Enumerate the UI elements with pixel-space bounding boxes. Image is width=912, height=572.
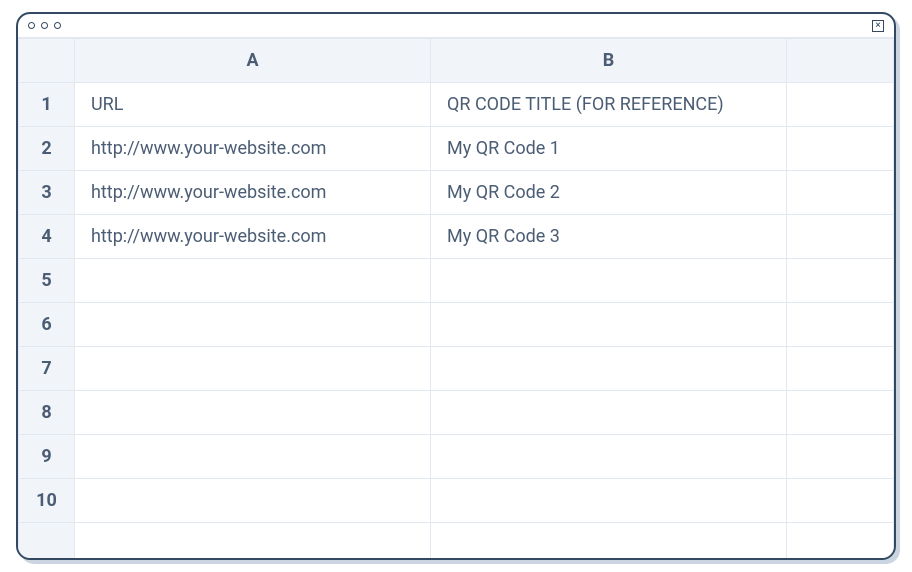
row-header[interactable]: 7 xyxy=(19,347,75,391)
row-header[interactable]: 9 xyxy=(19,435,75,479)
row-header[interactable]: 5 xyxy=(19,259,75,303)
column-header-b[interactable]: B xyxy=(431,39,787,83)
cell-c9[interactable] xyxy=(787,435,894,479)
cell-a5[interactable] xyxy=(75,259,431,303)
cell-b1[interactable]: QR CODE TITLE (FOR REFERENCE) xyxy=(431,83,787,127)
cell-b9[interactable] xyxy=(431,435,787,479)
cell-c10[interactable] xyxy=(787,479,894,523)
close-window-button[interactable]: × xyxy=(872,20,884,32)
cell-b2[interactable]: My QR Code 1 xyxy=(431,127,787,171)
cell-c7[interactable] xyxy=(787,347,894,391)
cell-a6[interactable] xyxy=(75,303,431,347)
cell-a9[interactable] xyxy=(75,435,431,479)
app-window: × A B 1 URL QR CODE TITLE (FOR REFERENCE xyxy=(16,12,896,560)
cell-c3[interactable] xyxy=(787,171,894,215)
cell-c1[interactable] xyxy=(787,83,894,127)
table-row: 8 xyxy=(19,391,894,435)
cell-b7[interactable] xyxy=(431,347,787,391)
row-header[interactable]: 4 xyxy=(19,215,75,259)
table-row: 3 http://www.your-website.com My QR Code… xyxy=(19,171,894,215)
titlebar: × xyxy=(18,14,894,38)
cell-b3[interactable]: My QR Code 2 xyxy=(431,171,787,215)
column-header-a[interactable]: A xyxy=(75,39,431,83)
cell-a1[interactable]: URL xyxy=(75,83,431,127)
table-row: 10 xyxy=(19,479,894,523)
cell-a11[interactable] xyxy=(75,523,431,559)
table-row: 7 xyxy=(19,347,894,391)
cell-a8[interactable] xyxy=(75,391,431,435)
cell-c11[interactable] xyxy=(787,523,894,559)
table-row: 2 http://www.your-website.com My QR Code… xyxy=(19,127,894,171)
select-all-corner[interactable] xyxy=(19,39,75,83)
traffic-light-dot-icon[interactable] xyxy=(41,22,48,29)
row-header[interactable]: 2 xyxy=(19,127,75,171)
cell-a7[interactable] xyxy=(75,347,431,391)
row-header[interactable]: 3 xyxy=(19,171,75,215)
cell-c2[interactable] xyxy=(787,127,894,171)
row-header[interactable]: 6 xyxy=(19,303,75,347)
table-row: 9 xyxy=(19,435,894,479)
cell-b8[interactable] xyxy=(431,391,787,435)
cell-b4[interactable]: My QR Code 3 xyxy=(431,215,787,259)
traffic-lights xyxy=(28,22,61,29)
column-header-row: A B xyxy=(19,39,894,83)
row-header[interactable]: 1 xyxy=(19,83,75,127)
traffic-light-dot-icon[interactable] xyxy=(54,22,61,29)
cell-c8[interactable] xyxy=(787,391,894,435)
table-row xyxy=(19,523,894,559)
spreadsheet-grid: A B 1 URL QR CODE TITLE (FOR REFERENCE) … xyxy=(18,38,894,558)
row-header[interactable]: 8 xyxy=(19,391,75,435)
cell-b5[interactable] xyxy=(431,259,787,303)
column-header-c[interactable] xyxy=(787,39,894,83)
cell-c6[interactable] xyxy=(787,303,894,347)
cell-a3[interactable]: http://www.your-website.com xyxy=(75,171,431,215)
table-row: 6 xyxy=(19,303,894,347)
cell-a10[interactable] xyxy=(75,479,431,523)
cell-c4[interactable] xyxy=(787,215,894,259)
table-row: 5 xyxy=(19,259,894,303)
table-row: 1 URL QR CODE TITLE (FOR REFERENCE) xyxy=(19,83,894,127)
cell-b10[interactable] xyxy=(431,479,787,523)
cell-c5[interactable] xyxy=(787,259,894,303)
cell-b11[interactable] xyxy=(431,523,787,559)
row-header[interactable] xyxy=(19,523,75,559)
cell-a4[interactable]: http://www.your-website.com xyxy=(75,215,431,259)
cell-b6[interactable] xyxy=(431,303,787,347)
traffic-light-dot-icon[interactable] xyxy=(28,22,35,29)
row-header[interactable]: 10 xyxy=(19,479,75,523)
table-row: 4 http://www.your-website.com My QR Code… xyxy=(19,215,894,259)
spreadsheet-viewport: A B 1 URL QR CODE TITLE (FOR REFERENCE) … xyxy=(18,38,894,558)
cell-a2[interactable]: http://www.your-website.com xyxy=(75,127,431,171)
close-icon: × xyxy=(875,21,880,31)
